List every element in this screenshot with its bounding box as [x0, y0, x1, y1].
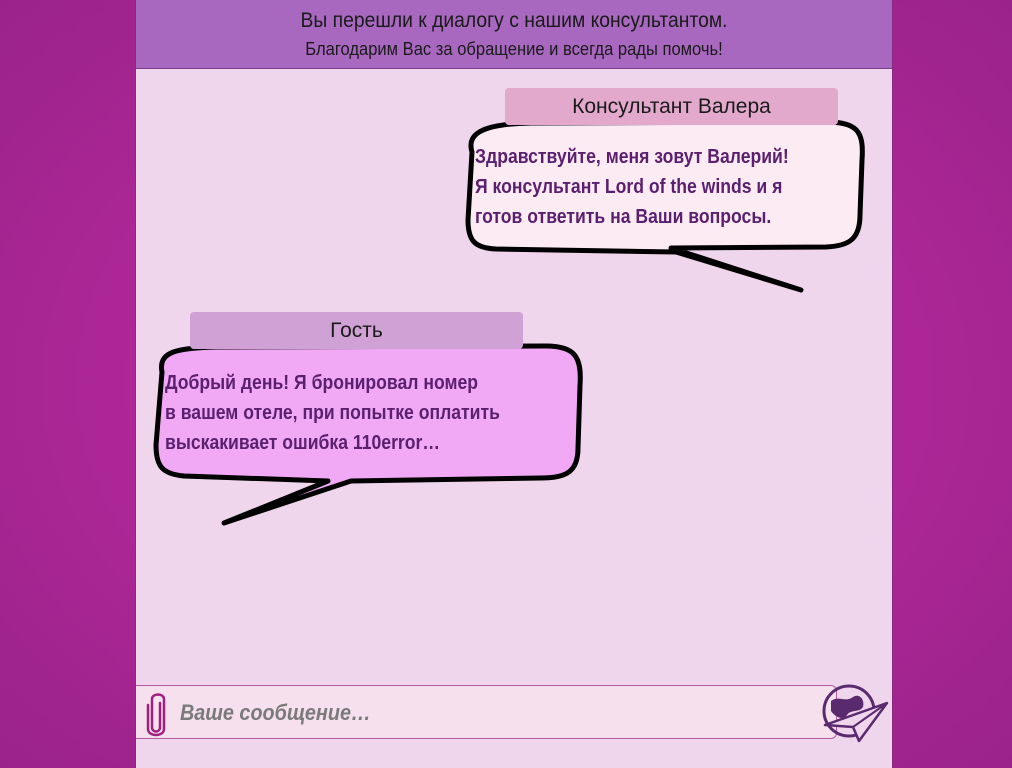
message-line: готов ответить на Ваши вопросы. — [475, 206, 772, 228]
message-placeholder: Ваше сообщение… — [180, 700, 371, 725]
message-line: Я консультант Lord of the winds и я — [475, 176, 783, 198]
paperclip-icon[interactable] — [144, 691, 168, 739]
guest-name-tag: Гость — [190, 312, 523, 349]
header-title: Вы перешли к диалогу с нашим консультант… — [300, 9, 728, 32]
message-line: Добрый день! Я бронировал номер — [165, 372, 479, 394]
header-subtitle: Благодарим Вас за обращение и всегда рад… — [305, 39, 723, 59]
consultant-name-tag: Консультант Валера — [505, 88, 838, 125]
chat-header: Вы перешли к диалогу с нашим консультант… — [136, 0, 892, 69]
chat-panel: Вы перешли к диалогу с нашим консультант… — [135, 0, 893, 768]
message-line: Здравствуйте, меня зовут Валерий! — [475, 146, 789, 168]
message-line: выскакивает ошибка 110error… — [165, 432, 440, 454]
message-line: в вашем отеле, при попытке оплатить — [165, 402, 500, 424]
consultant-message-text: Здравствуйте, меня зовут Валерий! Я конс… — [475, 142, 789, 232]
send-paper-plane-globe-icon[interactable] — [819, 681, 889, 747]
message-input[interactable]: Ваше сообщение… — [136, 685, 837, 739]
guest-message-text: Добрый день! Я бронировал номер в вашем … — [165, 368, 500, 458]
